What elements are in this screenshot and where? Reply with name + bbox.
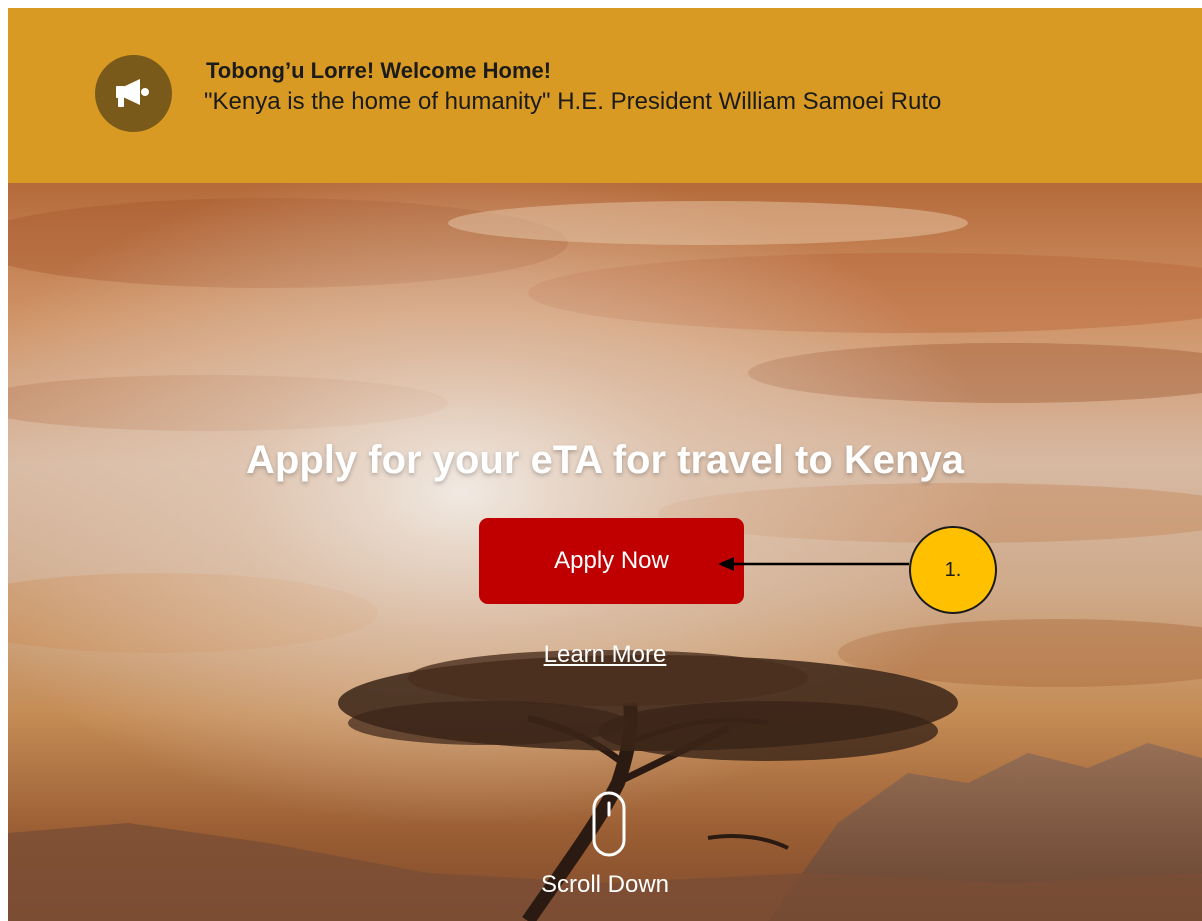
hero-headline: Apply for your eTA for travel to Kenya <box>246 438 964 482</box>
banner-title: Tobong’u Lorre! Welcome Home! <box>206 58 552 83</box>
scroll-down-label[interactable]: Scroll Down <box>8 871 1202 899</box>
learn-more-link[interactable]: Learn More <box>8 641 1202 669</box>
mouse-icon <box>592 791 626 857</box>
apply-now-button[interactable]: Apply Now <box>479 518 744 604</box>
megaphone-icon <box>95 55 172 132</box>
hero-section: Apply for your eTA for travel to Kenya A… <box>8 183 1202 921</box>
banner-quote: "Kenya is the home of humanity" H.E. Pre… <box>204 88 942 115</box>
step-callout-badge: 1. <box>909 526 997 614</box>
page-frame: Tobong’u Lorre! Welcome Home! "Kenya is … <box>8 8 1202 921</box>
announcement-banner: Tobong’u Lorre! Welcome Home! "Kenya is … <box>8 8 1202 183</box>
